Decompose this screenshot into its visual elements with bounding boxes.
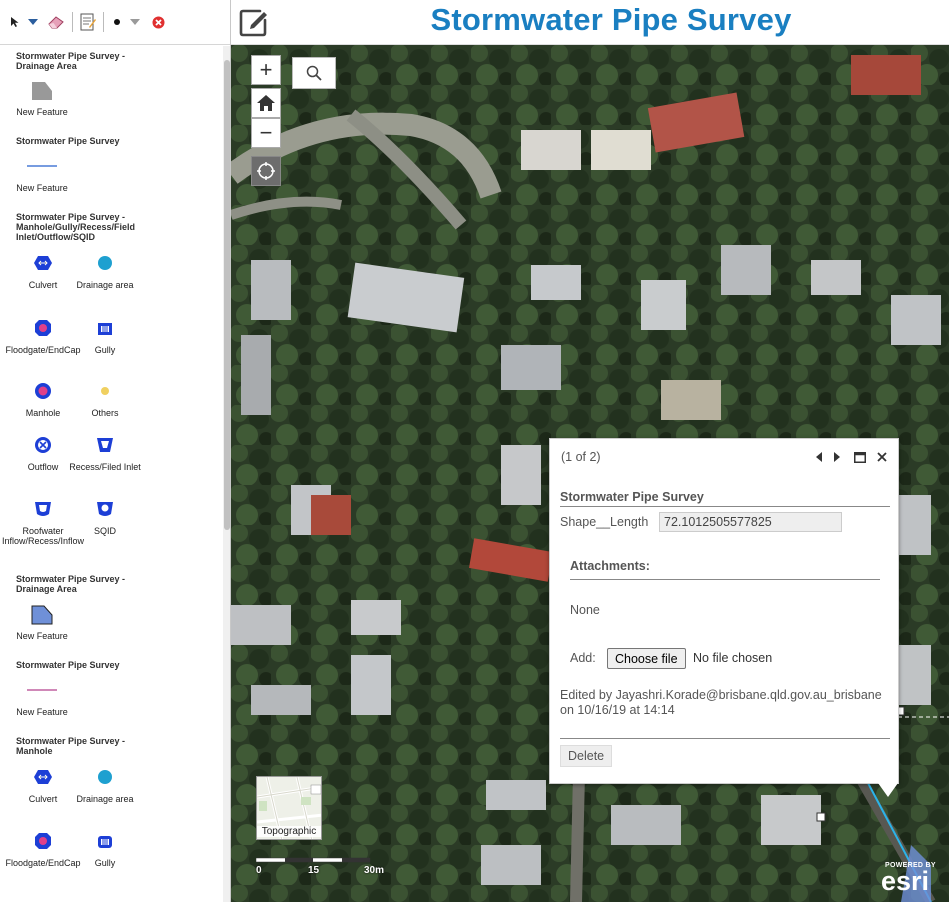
file-status-label: No file chosen — [693, 651, 773, 665]
scale-bar: 0 15 30m — [256, 855, 386, 885]
select-tool-icon[interactable] — [8, 13, 22, 31]
app-header: Stormwater Pipe Survey — [231, 0, 949, 45]
template-group-title: Stormwater Pipe Survey — [16, 660, 120, 670]
template-item[interactable]: New Feature — [0, 603, 87, 641]
gully-icon — [60, 830, 150, 852]
locate-button[interactable] — [251, 156, 281, 186]
add-attachment-label: Add: — [570, 651, 596, 665]
esri-attribution: POWERED BY esri — [879, 857, 944, 897]
delete-button[interactable]: Delete — [560, 745, 613, 767]
blue-line-icon — [0, 155, 87, 177]
template-item[interactable]: Drainage area — [60, 252, 150, 290]
template-item[interactable]: Gully — [60, 317, 150, 355]
scale-label: 0 — [256, 865, 262, 876]
template-item[interactable]: Drainage area — [60, 766, 150, 804]
popup-maximize-button[interactable] — [852, 449, 868, 465]
zoom-out-button[interactable]: − — [251, 118, 281, 148]
select-dropdown-icon[interactable] — [26, 13, 40, 31]
template-item[interactable]: Recess/Filed Inlet — [60, 434, 150, 472]
vertex-dropdown-icon[interactable] — [128, 13, 142, 31]
search-icon — [306, 65, 322, 81]
popup-previous-button[interactable] — [811, 449, 827, 465]
scale-label: 30m — [364, 865, 385, 876]
basemap-label: Topographic — [257, 826, 321, 837]
template-scrollbar-thumb[interactable] — [224, 60, 230, 530]
shape-length-field[interactable] — [659, 512, 842, 532]
popup-layer-name: Stormwater Pipe Survey — [560, 490, 890, 507]
template-item[interactable]: Gully — [60, 830, 150, 868]
sqid-icon — [60, 498, 150, 520]
basemap-toggle[interactable]: Topographic — [256, 776, 322, 840]
esri-logo: esri — [881, 866, 930, 896]
search-button[interactable] — [292, 57, 336, 89]
template-picker: Stormwater Pipe Survey - Drainage Area N… — [0, 46, 222, 902]
crosshair-icon — [257, 162, 275, 180]
shape-length-label: Shape__Length — [560, 515, 649, 529]
template-group-title: Stormwater Pipe Survey - Drainage Area — [16, 574, 126, 594]
maximize-icon — [854, 451, 866, 463]
gray-polygon-icon — [0, 79, 87, 101]
scale-bar-graphic — [256, 857, 371, 863]
editor-toolbar — [0, 0, 230, 45]
eraser-icon[interactable] — [46, 13, 66, 31]
recess-inlet-icon — [60, 434, 150, 456]
home-icon — [257, 95, 275, 111]
popup-feature-count: (1 of 2) — [561, 450, 601, 464]
drainage-area-icon — [60, 766, 150, 788]
popup-next-button[interactable] — [829, 449, 845, 465]
template-group-title: Stormwater Pipe Survey - Drainage Area — [16, 51, 126, 71]
feature-popup: (1 of 2) Stormwater Pipe Survey Shape__L… — [549, 438, 899, 784]
triangle-left-icon — [816, 452, 822, 462]
blue-polygon-icon — [0, 603, 87, 625]
gully-icon — [60, 317, 150, 339]
popup-close-button[interactable] — [874, 449, 890, 465]
popup-pointer — [878, 783, 898, 797]
template-group-title: Stormwater Pipe Survey — [16, 136, 120, 146]
page-title: Stormwater Pipe Survey — [430, 2, 792, 37]
attributes-icon[interactable] — [78, 13, 98, 31]
template-group-title: Stormwater Pipe Survey - Manhole/Gully/R… — [16, 212, 136, 242]
template-item[interactable]: Others — [60, 380, 150, 418]
others-icon — [60, 380, 150, 402]
delete-feature-icon[interactable] — [150, 13, 166, 31]
close-icon — [877, 452, 887, 462]
attachments-none-label: None — [570, 603, 600, 617]
drainage-area-icon — [60, 252, 150, 274]
template-group-title: Stormwater Pipe Survey - Manhole — [16, 736, 126, 756]
app-window: Stormwater Pipe Survey - Drainage Area N… — [0, 0, 949, 902]
editor-panel: Stormwater Pipe Survey - Drainage Area N… — [0, 0, 231, 902]
vertex-point-icon[interactable] — [110, 13, 124, 31]
popup-divider — [560, 738, 890, 739]
pink-line-icon — [0, 679, 87, 701]
template-item[interactable]: New Feature — [0, 79, 87, 117]
choose-file-button[interactable]: Choose file — [607, 648, 686, 669]
scale-label: 15 — [308, 865, 320, 876]
zoom-in-button[interactable]: + — [251, 55, 281, 85]
template-item[interactable]: New Feature — [0, 679, 87, 717]
home-button[interactable] — [251, 88, 281, 118]
edit-info-text: Edited by Jayashri.Korade@brisbane.qld.g… — [560, 688, 882, 717]
attachments-title: Attachments: — [570, 559, 880, 580]
template-item[interactable]: New Feature — [0, 155, 87, 193]
template-item[interactable]: SQID — [60, 498, 150, 536]
triangle-right-icon — [834, 452, 840, 462]
